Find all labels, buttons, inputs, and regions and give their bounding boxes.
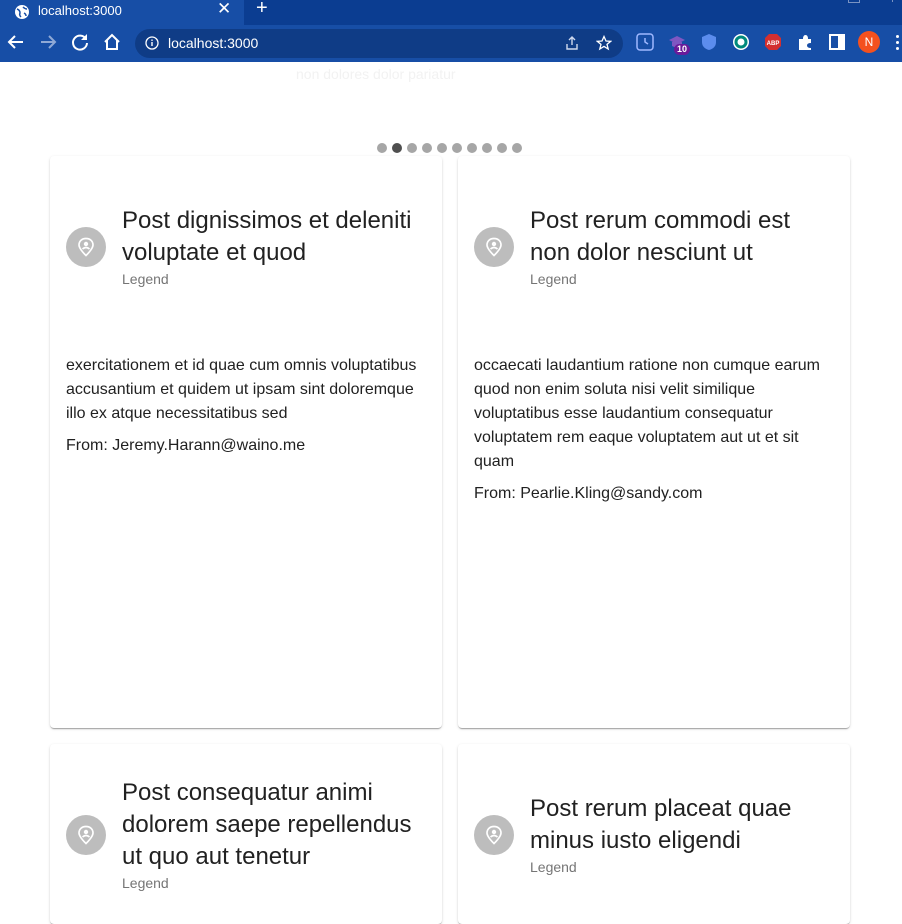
carousel-dot[interactable]	[392, 143, 402, 153]
post-title: Post rerum placeat quae minus iusto elig…	[530, 795, 792, 854]
avatar	[66, 227, 106, 267]
carousel-dot[interactable]	[512, 143, 522, 153]
browser-tab-strip: localhost:3000 ✕ +	[0, 0, 902, 25]
puzzle-piece-icon[interactable]	[796, 33, 814, 51]
post-card: Post rerum placeat quae minus iusto elig…	[458, 744, 850, 924]
carousel-dot[interactable]	[467, 143, 477, 153]
carousel-dot[interactable]	[482, 143, 492, 153]
browser-tab[interactable]: localhost:3000 ✕	[0, 0, 244, 25]
site-info-icon[interactable]	[145, 36, 159, 50]
carousel-dot[interactable]	[497, 143, 507, 153]
back-arrow-icon[interactable]	[5, 31, 27, 53]
post-body: exercitationem et id quae cum omnis volu…	[66, 357, 417, 422]
tab-title: localhost:3000	[38, 3, 122, 18]
post-title: Post dignissimos et deleniti voluptate e…	[122, 207, 412, 266]
post-author: From: Pearlie.Kling@sandy.com	[474, 485, 703, 502]
person-pin-icon	[78, 237, 94, 257]
carousel-indicators	[377, 143, 522, 153]
shield-extension-icon[interactable]	[700, 33, 718, 51]
carousel-dot[interactable]	[407, 143, 417, 153]
post-card: Post rerum commodi est non dolor nesciun…	[458, 156, 850, 728]
browser-menu-icon[interactable]	[896, 35, 900, 53]
post-author: From: Jeremy.Harann@waino.me	[66, 437, 306, 454]
person-pin-icon	[486, 825, 502, 845]
share-icon[interactable]	[564, 35, 580, 51]
person-pin-icon	[78, 825, 94, 845]
globe-icon	[15, 5, 29, 19]
ring-extension-icon[interactable]	[732, 33, 750, 51]
avatar	[474, 815, 514, 855]
post-card: Post consequatur animi dolorem saepe rep…	[50, 744, 442, 924]
forward-arrow-icon[interactable]	[37, 31, 59, 53]
post-body: occaecati laudantium ratione non cumque …	[474, 357, 820, 470]
history-clock-icon[interactable]	[636, 33, 654, 51]
address-bar[interactable]: localhost:3000	[135, 29, 623, 58]
adblock-plus-icon[interactable]: ABP	[764, 33, 782, 51]
post-subheader: Legend	[122, 271, 169, 287]
faint-heading: non dolores dolor pariatur	[296, 66, 456, 82]
avatar	[66, 815, 106, 855]
carousel-dot[interactable]	[437, 143, 447, 153]
home-icon[interactable]	[101, 31, 123, 53]
new-tab-button[interactable]: +	[256, 0, 268, 20]
post-subheader: Legend	[530, 271, 577, 287]
carousel-dot[interactable]	[452, 143, 462, 153]
browser-toolbar: localhost:3000 ABP N	[0, 25, 902, 62]
window-close-icon[interactable]	[892, 0, 902, 2]
bookmark-star-icon[interactable]	[596, 35, 612, 51]
post-title: Post consequatur animi dolorem saepe rep…	[122, 779, 412, 870]
post-card: Post dignissimos et deleniti voluptate e…	[50, 156, 442, 728]
svg-text:ABP: ABP	[767, 41, 780, 47]
person-pin-icon	[486, 237, 502, 257]
carousel-dot[interactable]	[422, 143, 432, 153]
avatar	[474, 227, 514, 267]
post-subheader: Legend	[530, 859, 577, 875]
post-title: Post rerum commodi est non dolor nesciun…	[530, 207, 791, 266]
reload-icon[interactable]	[69, 31, 91, 53]
tab-close-button[interactable]: ✕	[217, 0, 231, 19]
url-text[interactable]: localhost:3000	[168, 35, 258, 51]
extension-badge: 10	[674, 44, 691, 55]
carousel-dot[interactable]	[377, 143, 387, 153]
profile-avatar[interactable]: N	[858, 31, 880, 53]
post-subheader: Legend	[122, 875, 169, 891]
window-restore-icon[interactable]	[848, 0, 860, 3]
side-panel-icon[interactable]	[828, 33, 846, 51]
